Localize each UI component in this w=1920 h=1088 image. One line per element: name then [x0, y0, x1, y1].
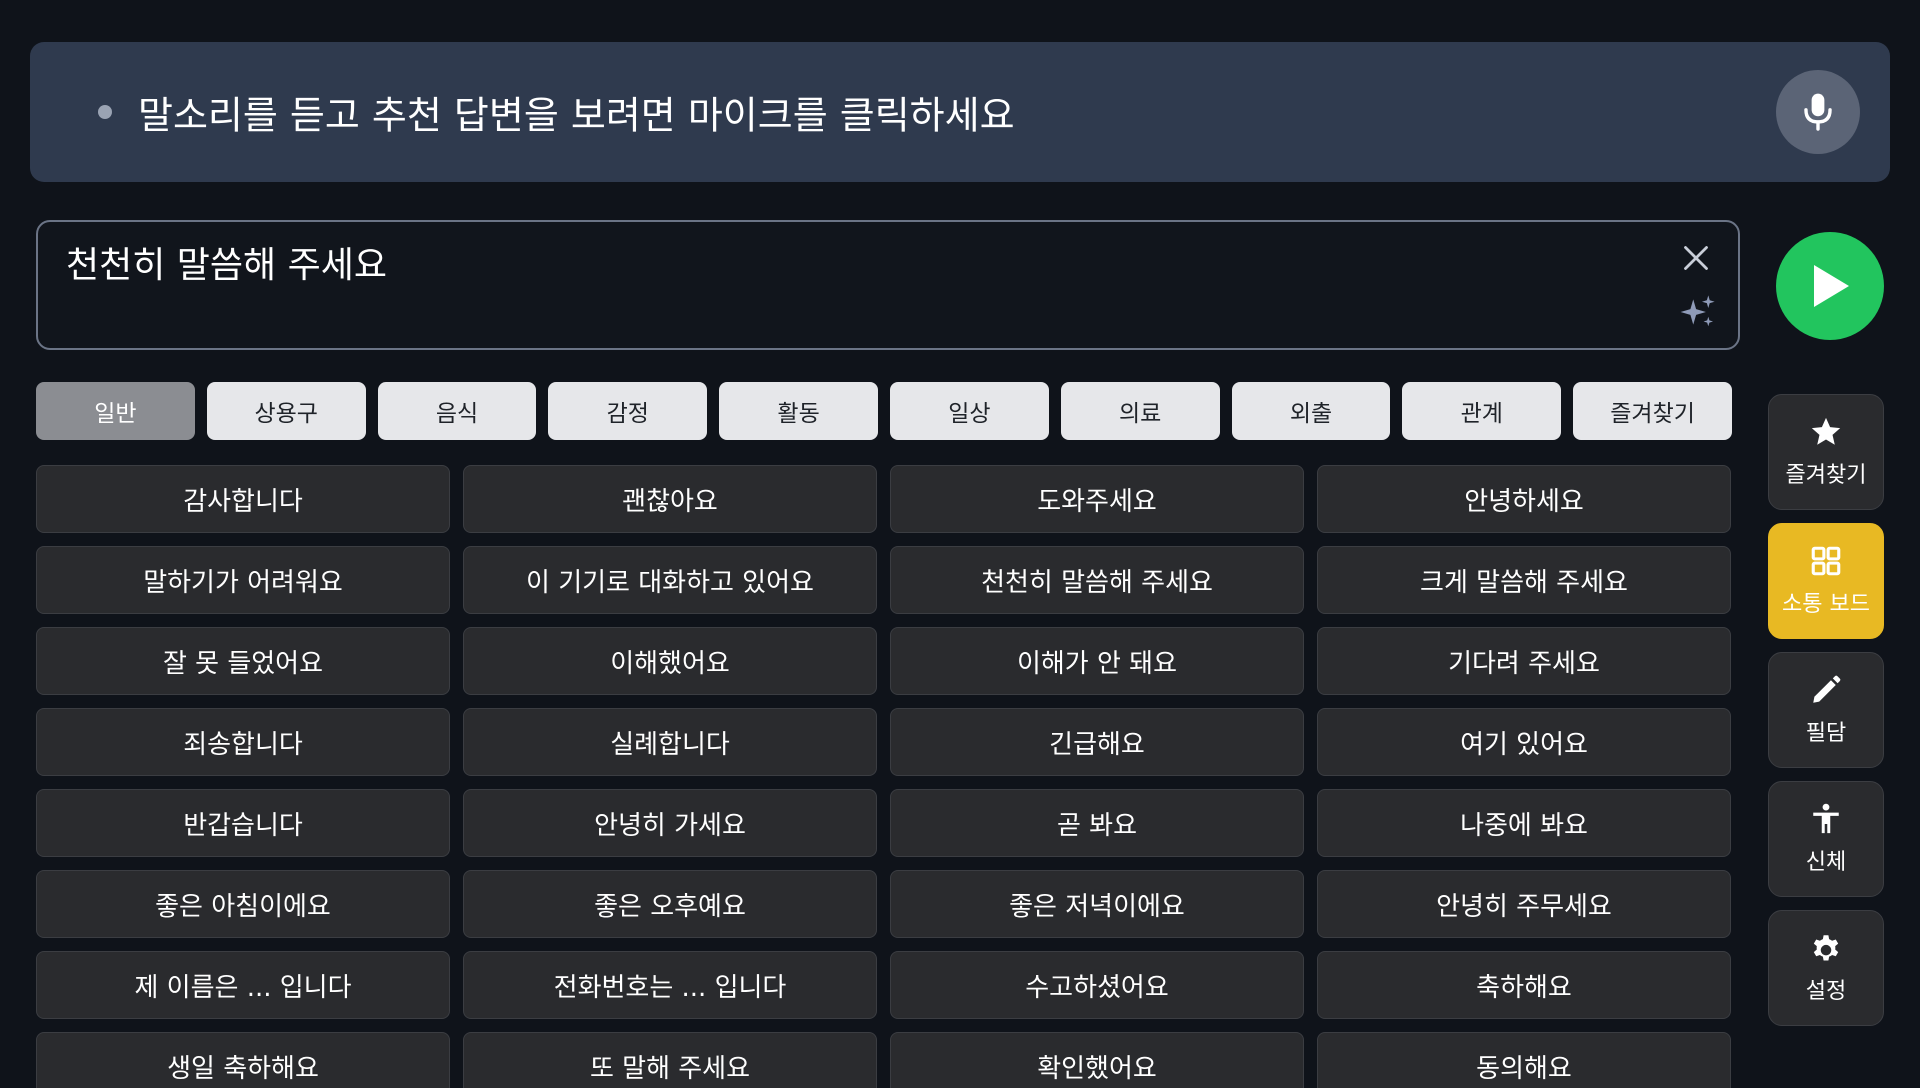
mic-button[interactable] — [1776, 70, 1860, 154]
phrase-button[interactable]: 곧 봐요 — [890, 789, 1304, 857]
phrase-button[interactable]: 안녕히 가세요 — [463, 789, 877, 857]
phrase-button[interactable]: 동의해요 — [1317, 1032, 1731, 1088]
tab-general[interactable]: 일반 — [36, 382, 195, 440]
sparkle-icon — [1680, 295, 1715, 327]
phrase-button[interactable]: 축하해요 — [1317, 951, 1731, 1019]
writing-label: 필담 — [1805, 721, 1847, 746]
gear-icon — [1809, 931, 1843, 965]
communication-board-button[interactable]: 소통 보드 — [1768, 523, 1884, 639]
side-toolbar: 즐겨찾기 소통 보드 필담 신체 설정 — [1768, 394, 1884, 1026]
phrase-button[interactable]: 또 말해 주세요 — [463, 1032, 877, 1088]
writing-button[interactable]: 필담 — [1768, 652, 1884, 768]
tab-relationship[interactable]: 관계 — [1402, 382, 1562, 440]
phrase-button[interactable]: 죄송합니다 — [36, 708, 450, 776]
phrase-button[interactable]: 확인했어요 — [890, 1032, 1304, 1088]
play-icon — [1814, 265, 1849, 307]
status-dot — [98, 105, 112, 119]
phrase-grid: 감사합니다 괜찮아요 도와주세요 안녕하세요 말하기가 어려워요 이 기기로 대… — [36, 465, 1732, 1088]
category-tabs: 일반 상용구 음식 감정 활동 일상 의료 외출 관계 즐겨찾기 — [36, 382, 1732, 440]
phrase-button[interactable]: 반갑습니다 — [36, 789, 450, 857]
phrase-button[interactable]: 괜찮아요 — [463, 465, 877, 533]
phrase-button[interactable]: 좋은 저녁이에요 — [890, 870, 1304, 938]
settings-button[interactable]: 설정 — [1768, 910, 1884, 1026]
communication-board-label: 소통 보드 — [1782, 592, 1870, 617]
tab-medical[interactable]: 의료 — [1060, 382, 1220, 440]
settings-label: 설정 — [1805, 979, 1847, 1004]
body-label: 신체 — [1805, 850, 1847, 875]
phrase-button[interactable]: 긴급해요 — [890, 708, 1304, 776]
phrase-button[interactable]: 안녕하세요 — [1317, 465, 1731, 533]
clear-button[interactable] — [1676, 238, 1716, 278]
phrase-button[interactable]: 이해가 안 돼요 — [890, 627, 1304, 695]
tab-outing[interactable]: 외출 — [1231, 382, 1391, 440]
tab-activity[interactable]: 활동 — [719, 382, 878, 440]
speak-play-button[interactable] — [1776, 232, 1884, 340]
ai-suggest-button[interactable] — [1676, 290, 1720, 334]
pencil-icon — [1809, 673, 1843, 707]
phrase-button[interactable]: 수고하셨어요 — [890, 951, 1304, 1019]
favorites-label: 즐겨찾기 — [1785, 463, 1867, 488]
phrase-button[interactable]: 천천히 말씀해 주세요 — [890, 546, 1304, 614]
phrase-button[interactable]: 여기 있어요 — [1317, 708, 1731, 776]
tab-emotion[interactable]: 감정 — [548, 382, 708, 440]
tab-favorites[interactable]: 즐겨찾기 — [1573, 382, 1732, 440]
phrase-button[interactable]: 생일 축하해요 — [36, 1032, 450, 1088]
tab-common-phrases[interactable]: 상용구 — [206, 382, 366, 440]
tab-daily[interactable]: 일상 — [889, 382, 1049, 440]
tab-food[interactable]: 음식 — [377, 382, 537, 440]
phrase-button[interactable]: 이 기기로 대화하고 있어요 — [463, 546, 877, 614]
body-button[interactable]: 신체 — [1768, 781, 1884, 897]
message-input-text[interactable]: 천천히 말씀해 주세요 — [66, 236, 387, 288]
star-icon — [1809, 415, 1843, 449]
person-icon — [1809, 802, 1843, 836]
listening-banner: 말소리를 듣고 추천 답변을 보려면 마이크를 클릭하세요 — [30, 42, 1890, 182]
close-icon — [1684, 246, 1708, 270]
favorites-button[interactable]: 즐겨찾기 — [1768, 394, 1884, 510]
phrase-button[interactable]: 말하기가 어려워요 — [36, 546, 450, 614]
phrase-button[interactable]: 실례합니다 — [463, 708, 877, 776]
phrase-button[interactable]: 도와주세요 — [890, 465, 1304, 533]
app-root: 말소리를 듣고 추천 답변을 보려면 마이크를 클릭하세요 천천히 말씀해 주세… — [0, 0, 1920, 1088]
mic-prompt-text: 말소리를 듣고 추천 답변을 보려면 마이크를 클릭하세요 — [138, 93, 1015, 138]
phrase-button[interactable]: 감사합니다 — [36, 465, 450, 533]
message-input[interactable]: 천천히 말씀해 주세요 — [36, 220, 1740, 350]
phrase-button[interactable]: 잘 못 들었어요 — [36, 627, 450, 695]
phrase-button[interactable]: 기다려 주세요 — [1317, 627, 1731, 695]
phrase-button[interactable]: 크게 말씀해 주세요 — [1317, 546, 1731, 614]
grid-icon — [1809, 544, 1843, 578]
phrase-button[interactable]: 제 이름은 ... 입니다 — [36, 951, 450, 1019]
phrase-button[interactable]: 전화번호는 ... 입니다 — [463, 951, 877, 1019]
phrase-button[interactable]: 좋은 아침이에요 — [36, 870, 450, 938]
phrase-button[interactable]: 좋은 오후예요 — [463, 870, 877, 938]
microphone-icon — [1804, 93, 1832, 131]
phrase-button[interactable]: 안녕히 주무세요 — [1317, 870, 1731, 938]
phrase-button[interactable]: 나중에 봐요 — [1317, 789, 1731, 857]
phrase-button[interactable]: 이해했어요 — [463, 627, 877, 695]
